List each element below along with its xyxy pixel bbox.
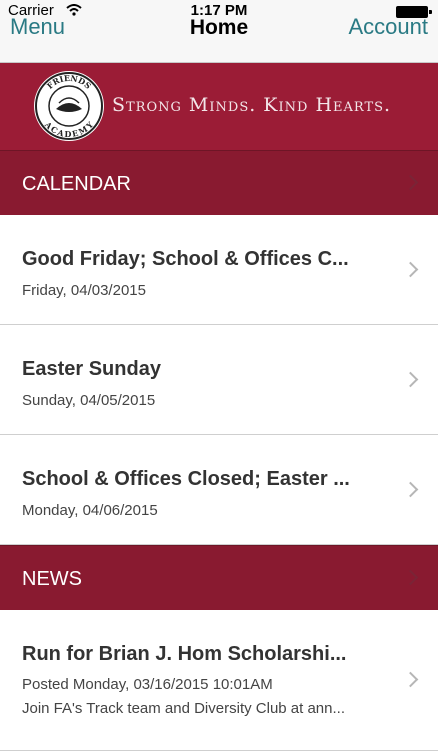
navigation-bar: Carrier 1:17 PM Menu Home Account bbox=[0, 0, 438, 63]
news-section-header[interactable]: NEWS bbox=[0, 545, 438, 610]
chevron-right-icon bbox=[402, 174, 419, 191]
news-item-row[interactable]: Run for Brian J. Hom Scholarshi... Poste… bbox=[0, 610, 438, 751]
news-header-label: NEWS bbox=[22, 568, 82, 590]
calendar-section-header[interactable]: CALENDAR bbox=[0, 150, 438, 215]
event-title: Easter Sunday bbox=[22, 358, 161, 380]
chevron-right-icon bbox=[402, 481, 419, 498]
menu-button[interactable]: Menu bbox=[10, 14, 65, 40]
chevron-right-icon bbox=[402, 371, 419, 388]
calendar-event-row[interactable]: School & Offices Closed; Easter ... Mond… bbox=[0, 435, 438, 545]
calendar-event-row[interactable]: Good Friday; School & Offices C... Frida… bbox=[0, 215, 438, 325]
event-date: Monday, 04/06/2015 bbox=[22, 502, 158, 519]
news-excerpt: Join FA's Track team and Diversity Club … bbox=[22, 700, 345, 717]
school-seal-logo: FRIENDS ACADEMY bbox=[34, 71, 104, 141]
chevron-right-icon bbox=[402, 671, 419, 688]
event-date: Friday, 04/03/2015 bbox=[22, 282, 146, 299]
home-feed: CALENDAR Good Friday; School & Offices C… bbox=[0, 150, 438, 751]
calendar-header-label: CALENDAR bbox=[22, 173, 131, 195]
event-date: Sunday, 04/05/2015 bbox=[22, 392, 156, 409]
news-title: Run for Brian J. Hom Scholarshi... bbox=[22, 643, 347, 665]
news-posted-date: Posted Monday, 03/16/2015 10:01AM bbox=[22, 676, 273, 693]
school-banner: FRIENDS ACADEMY Strong Minds. Kind Heart… bbox=[0, 63, 438, 150]
chevron-right-icon bbox=[402, 261, 419, 278]
account-button[interactable]: Account bbox=[349, 14, 429, 40]
calendar-event-row[interactable]: Easter Sunday Sunday, 04/05/2015 bbox=[0, 325, 438, 435]
event-title: Good Friday; School & Offices C... bbox=[22, 248, 349, 270]
chevron-right-icon bbox=[402, 569, 419, 586]
event-title: School & Offices Closed; Easter ... bbox=[22, 468, 350, 490]
banner-tagline: Strong Minds. Kind Hearts. bbox=[112, 94, 392, 116]
